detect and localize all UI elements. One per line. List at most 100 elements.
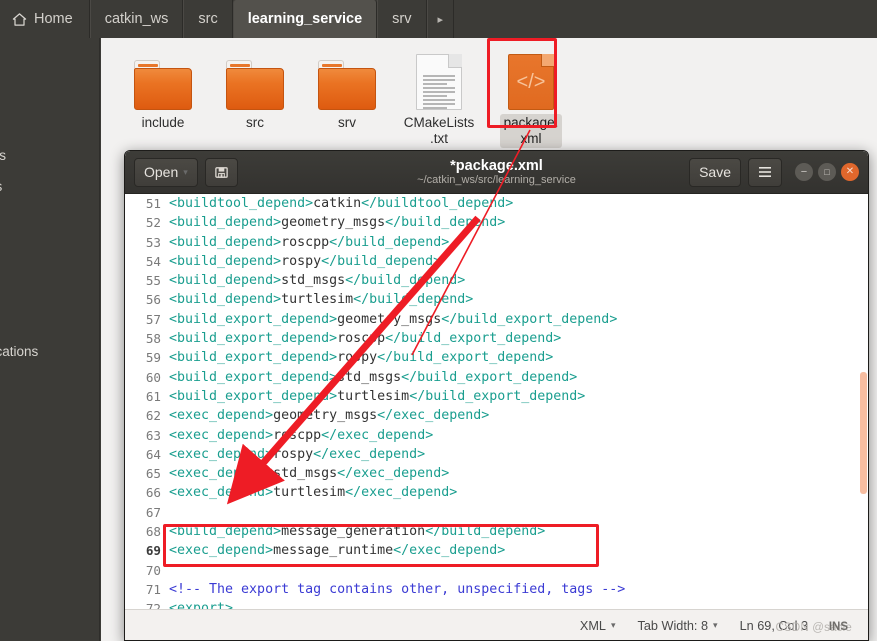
- code-token-tag: <buildtool_depend>: [169, 196, 314, 211]
- code-line-text: <exec_depend>roscpp</exec_depend>: [169, 428, 433, 443]
- code-token-tag: <exec_depend>: [169, 543, 274, 559]
- code-line-text: <build_export_depend>roscpp</build_expor…: [169, 331, 561, 346]
- code-token-tag: <exec_depend>: [169, 466, 274, 482]
- file-item-srv[interactable]: srv: [301, 48, 393, 132]
- gedit-titlebar: Open ▾ *package.xml ~/catkin_ws/src/lear…: [125, 151, 868, 194]
- code-line-text: <build_depend>rospy</build_depend>: [169, 254, 441, 269]
- code-token-txt: geometry_msgs: [273, 408, 378, 424]
- line-number: 70: [145, 562, 161, 578]
- sidebar-item-documents[interactable]: nts: [0, 148, 6, 163]
- sidebar-item-other-locations[interactable]: ocations: [0, 344, 38, 359]
- gedit-window: Open ▾ *package.xml ~/catkin_ws/src/lear…: [124, 150, 869, 641]
- document-title: *package.xml: [450, 158, 543, 174]
- code-line[interactable]: 66 <exec_depend>turtlesim</exec_depend>: [125, 485, 868, 504]
- code-line[interactable]: 58 <build_export_depend>roscpp</build_exp…: [125, 331, 868, 350]
- save-as-icon: [215, 166, 228, 178]
- code-line[interactable]: 71 <!-- The export tag contains other, un…: [125, 582, 868, 601]
- hamburger-menu-icon: [759, 167, 771, 177]
- file-item-label: CMakeLists .txt: [393, 114, 485, 148]
- gedit-statusbar: XML ▾ Tab Width: 8 ▾ Ln 69, Col 3 CSDN @…: [125, 609, 868, 640]
- minimize-button[interactable]: −: [795, 163, 813, 181]
- code-line[interactable]: 70: [125, 563, 868, 582]
- code-token-tag: <build_depend>: [169, 253, 282, 269]
- code-token-tag: <build_export_depend>: [169, 311, 338, 327]
- save-as-button[interactable]: [204, 157, 238, 187]
- breadcrumb-item-src[interactable]: src: [183, 0, 233, 38]
- breadcrumb-item-srv[interactable]: srv: [377, 0, 427, 38]
- text-editor-area[interactable]: 51 <buildtool_depend>catkin</buildtool_de…: [125, 194, 868, 609]
- file-item-cmakelists[interactable]: CMakeLists .txt: [393, 48, 485, 148]
- code-line[interactable]: 54 <build_depend>rospy</build_depend>: [125, 254, 868, 273]
- maximize-icon: □: [824, 166, 830, 177]
- code-token-txt: message_generation: [281, 524, 426, 540]
- code-line[interactable]: 60 <build_export_depend>std_msgs</build_e…: [125, 370, 868, 389]
- code-line[interactable]: 64 <exec_depend>rospy</exec_depend>: [125, 447, 868, 466]
- code-token-tag: <build_depend>: [169, 273, 282, 289]
- breadcrumb-label: Home: [34, 11, 73, 27]
- code-line[interactable]: 68 <build_depend>message_generation</buil…: [125, 524, 868, 543]
- window-controls: − □ ✕: [795, 163, 859, 181]
- code-lines[interactable]: 51 <buildtool_depend>catkin</buildtool_de…: [125, 196, 868, 609]
- code-line-text: <export>: [169, 601, 233, 609]
- text-document-icon: [393, 48, 485, 110]
- maximize-button[interactable]: □: [818, 163, 836, 181]
- file-item-src[interactable]: src: [209, 48, 301, 132]
- code-token-txt: std_msgs: [281, 273, 346, 289]
- tab-width-selector[interactable]: Tab Width: 8 ▾: [638, 619, 718, 633]
- file-item-package-xml[interactable]: </> package. xml: [485, 48, 577, 148]
- code-line[interactable]: 63 <exec_depend>roscpp</exec_depend>: [125, 428, 868, 447]
- code-token-tag: </exec_depend>: [345, 485, 458, 501]
- save-button[interactable]: Save: [689, 157, 741, 187]
- xml-code-file-icon: </>: [485, 48, 577, 110]
- close-button[interactable]: ✕: [841, 163, 859, 181]
- code-line[interactable]: 51 <buildtool_depend>catkin</buildtool_de…: [125, 196, 868, 215]
- code-token-tag: </build_depend>: [329, 234, 450, 250]
- code-line[interactable]: 65 <exec_depend>std_msgs</exec_depend>: [125, 466, 868, 485]
- sidebar-item-downloads[interactable]: ds: [0, 179, 2, 194]
- line-number: 63: [145, 427, 161, 443]
- screen: Homecatkin_wssrclearning_servicesrv▸ nts…: [0, 0, 877, 641]
- editor-scrollbar[interactable]: [859, 194, 868, 609]
- code-line[interactable]: 69 <exec_depend>message_runtime</exec_dep…: [125, 543, 868, 562]
- code-line[interactable]: 67: [125, 505, 868, 524]
- save-button-label: Save: [699, 164, 731, 180]
- code-line[interactable]: 59 <build_export_depend>rospy</build_expo…: [125, 350, 868, 369]
- file-item-include[interactable]: include: [117, 48, 209, 132]
- code-line[interactable]: 57 <build_export_depend>geometry_msgs</bu…: [125, 312, 868, 331]
- sidebar-item-label: ds: [0, 179, 2, 194]
- code-line[interactable]: 55 <build_depend>std_msgs</build_depend>: [125, 273, 868, 292]
- code-token-tag: <build_depend>: [169, 234, 282, 250]
- folder-icon: [117, 48, 209, 110]
- editor-scrollbar-thumb[interactable]: [860, 372, 867, 494]
- open-button[interactable]: Open ▾: [134, 157, 198, 187]
- hamburger-menu-button[interactable]: [748, 157, 782, 187]
- breadcrumb-item--[interactable]: ▸: [426, 0, 455, 38]
- code-token-txt: message_runtime: [273, 543, 394, 559]
- code-line[interactable]: 52 <build_depend>geometry_msgs</build_dep…: [125, 215, 868, 234]
- open-button-label: Open: [144, 164, 179, 180]
- breadcrumb-label: learning_service: [247, 11, 363, 27]
- code-token-tag: </build_depend>: [425, 524, 546, 540]
- file-item-label: package. xml: [485, 114, 577, 148]
- breadcrumb-item-home[interactable]: Home: [0, 0, 90, 38]
- code-line-text: <build_export_depend>rospy</build_export…: [169, 350, 553, 365]
- code-line[interactable]: 62 <exec_depend>geometry_msgs</exec_depen…: [125, 408, 868, 427]
- code-line-text: <exec_depend>rospy</exec_depend>: [169, 447, 425, 462]
- code-line[interactable]: 72 <export>: [125, 601, 868, 609]
- breadcrumb-label: srv: [392, 11, 412, 27]
- code-token-txt: turtlesim: [337, 388, 410, 404]
- breadcrumb-item-catkin-ws[interactable]: catkin_ws: [89, 0, 184, 38]
- line-number: 66: [145, 485, 161, 501]
- code-token-txt: turtlesim: [281, 292, 354, 308]
- code-line-text: <build_depend>turtlesim</build_depend>: [169, 292, 473, 307]
- code-token-tag: </exec_depend>: [337, 466, 450, 482]
- line-number: 64: [145, 446, 161, 462]
- code-line[interactable]: 56 <build_depend>turtlesim</build_depend>: [125, 292, 868, 311]
- code-token-tag: </build_depend>: [345, 273, 466, 289]
- language-selector[interactable]: XML ▾: [580, 619, 616, 633]
- code-line[interactable]: 61 <build_export_depend>turtlesim</build_…: [125, 389, 868, 408]
- code-line[interactable]: 53 <build_depend>roscpp</build_depend>: [125, 235, 868, 254]
- breadcrumb-item-learning-service[interactable]: learning_service: [232, 0, 378, 38]
- file-item-name: srv: [338, 115, 356, 130]
- line-number: 60: [145, 369, 161, 385]
